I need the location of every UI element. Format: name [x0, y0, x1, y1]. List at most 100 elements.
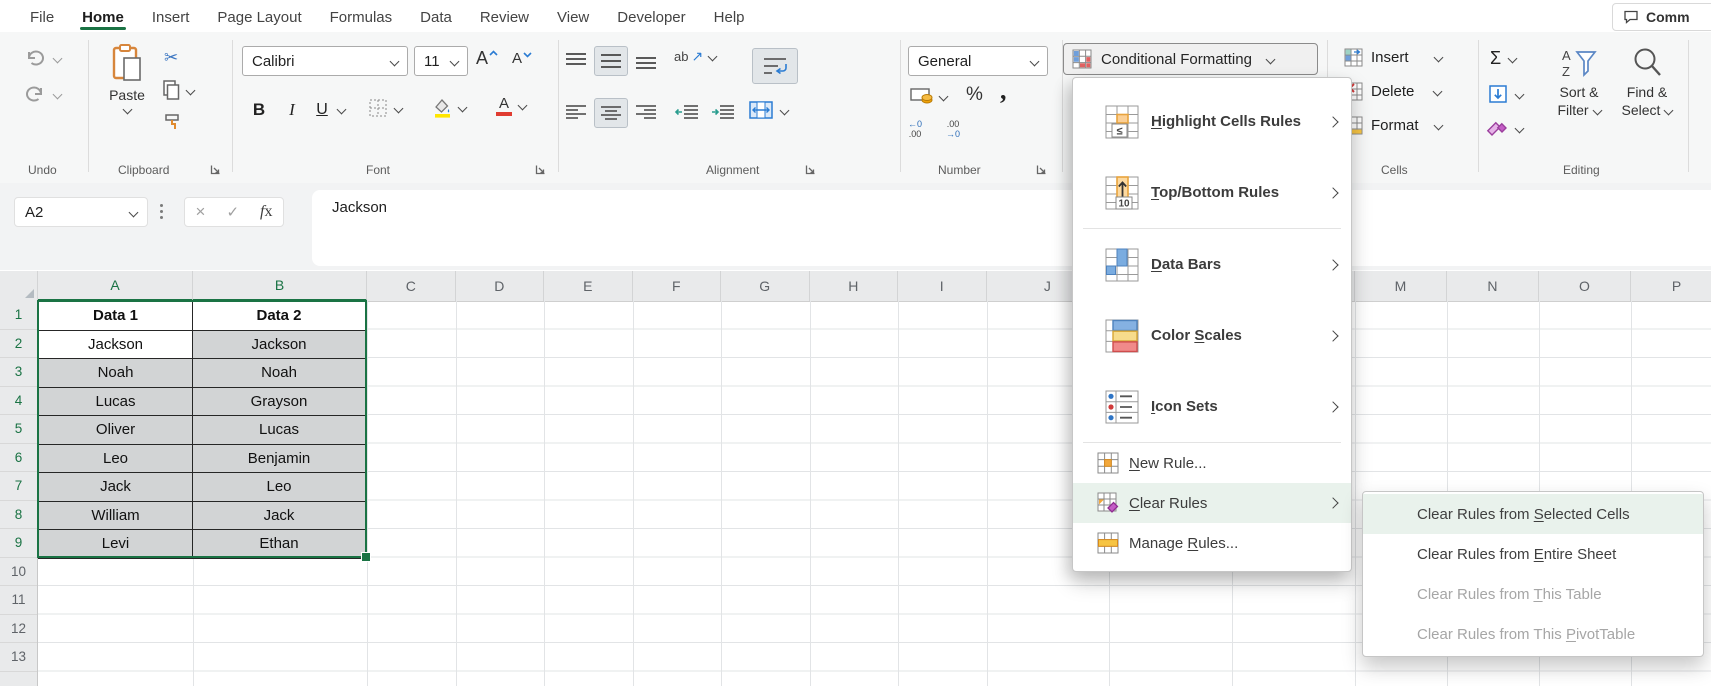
decrease-decimal-button[interactable]: .00 →0	[946, 119, 960, 139]
center-button[interactable]	[594, 98, 628, 128]
column-header-A[interactable]: A	[38, 271, 193, 301]
cell-A6[interactable]: Leo	[38, 443, 193, 473]
cell-B2[interactable]: Jackson	[192, 329, 366, 359]
font-color-button[interactable]: A	[496, 96, 528, 116]
column-header-N[interactable]: N	[1447, 271, 1539, 301]
tab-help[interactable]: Help	[700, 3, 759, 30]
number-format-select[interactable]: General	[908, 46, 1048, 76]
fill-color-button[interactable]	[432, 96, 468, 118]
cell-A5[interactable]: Oliver	[38, 415, 193, 445]
tab-page-layout[interactable]: Page Layout	[203, 3, 315, 30]
row-header-6[interactable]: 6	[0, 444, 37, 472]
cell-B7[interactable]: Leo	[192, 472, 366, 502]
merge-center-button[interactable]	[748, 100, 790, 120]
redo-button[interactable]	[24, 84, 63, 104]
cell-A8[interactable]: William	[38, 500, 193, 530]
row-header-11[interactable]: 11	[0, 586, 37, 615]
row-header-12[interactable]: 12	[0, 615, 37, 643]
align-left-button[interactable]	[564, 104, 588, 120]
column-header-C[interactable]: C	[367, 271, 456, 301]
column-header-E[interactable]: E	[544, 271, 633, 301]
tab-insert[interactable]: Insert	[138, 3, 204, 30]
top-align-button[interactable]	[564, 52, 588, 68]
undo-button[interactable]	[24, 48, 63, 68]
tab-view[interactable]: View	[543, 3, 603, 30]
formula-input[interactable]: Jackson	[312, 190, 1711, 266]
underline-button[interactable]: U	[310, 96, 334, 124]
font-dialog-launcher[interactable]	[535, 164, 546, 175]
conditional-formatting-button[interactable]: Conditional Formatting	[1063, 43, 1318, 75]
row-header-5[interactable]: 5	[0, 415, 37, 444]
borders-button[interactable]	[368, 98, 404, 118]
bottom-align-button[interactable]	[634, 54, 658, 70]
menu-item-icon-sets[interactable]: Icon Sets	[1073, 371, 1351, 442]
cell-B5[interactable]: Lucas	[192, 415, 366, 445]
cancel-icon[interactable]: ×	[196, 202, 206, 222]
cell-A9[interactable]: Levi	[38, 529, 193, 559]
percent-style-button[interactable]: %	[966, 84, 983, 106]
middle-align-button[interactable]	[594, 46, 628, 76]
cell-B6[interactable]: Benjamin	[192, 443, 366, 473]
column-header-P[interactable]: P	[1631, 271, 1711, 301]
increase-decimal-button[interactable]: ←0 .00	[908, 119, 922, 139]
copy-button[interactable]	[162, 80, 196, 100]
accounting-format-button[interactable]	[910, 86, 949, 106]
clipboard-dialog-launcher[interactable]	[210, 164, 221, 175]
column-header-D[interactable]: D	[456, 271, 544, 301]
formula-bar-grip[interactable]	[160, 204, 163, 219]
cell-B9[interactable]: Ethan	[192, 529, 366, 559]
fx-icon[interactable]: fx	[260, 203, 272, 221]
comma-style-button[interactable]: ,	[1000, 76, 1007, 106]
font-size-select[interactable]: 11	[414, 46, 468, 76]
column-header-G[interactable]: G	[721, 271, 810, 301]
format-cells-button[interactable]: Format	[1344, 116, 1443, 135]
submenu-item-clear-selected-cells[interactable]: Clear Rules from Selected Cells	[1363, 494, 1703, 534]
tab-home[interactable]: Home	[68, 3, 138, 30]
cell-A1[interactable]: Data 1	[38, 301, 193, 331]
underline-dropdown[interactable]	[336, 104, 347, 115]
cell-A3[interactable]: Noah	[38, 358, 193, 388]
find-select-button[interactable]: Find & Select	[1616, 46, 1678, 118]
sort-filter-button[interactable]: AZ Sort & Filter	[1548, 46, 1610, 118]
paste-button[interactable]: Paste	[98, 44, 156, 115]
shrink-font-button[interactable]: A	[512, 50, 532, 67]
font-family-select[interactable]: Calibri	[242, 46, 408, 76]
cut-button[interactable]: ✂	[164, 48, 178, 68]
fill-handle[interactable]	[361, 552, 371, 562]
name-box[interactable]: A2	[14, 197, 148, 227]
menu-item-new-rule[interactable]: New Rule...	[1073, 443, 1351, 483]
fill-button[interactable]	[1488, 84, 1525, 104]
submenu-item-clear-entire-sheet[interactable]: Clear Rules from Entire Sheet	[1363, 534, 1703, 574]
cell-A7[interactable]: Jack	[38, 472, 193, 502]
orientation-button[interactable]: ab ↗	[674, 48, 718, 65]
column-header-H[interactable]: H	[810, 271, 898, 301]
row-header-1[interactable]: 1	[0, 301, 37, 330]
alignment-dialog-launcher[interactable]	[805, 164, 816, 175]
delete-cells-button[interactable]: Delete	[1344, 82, 1443, 101]
cell-B8[interactable]: Jack	[192, 500, 366, 530]
comments-button[interactable]: Comm	[1612, 3, 1711, 31]
tab-review[interactable]: Review	[466, 3, 543, 30]
clear-button[interactable]	[1486, 118, 1525, 138]
row-header-10[interactable]: 10	[0, 558, 37, 586]
column-header-I[interactable]: I	[898, 271, 987, 301]
column-header-B[interactable]: B	[193, 271, 367, 301]
row-header-3[interactable]: 3	[0, 358, 37, 387]
increase-indent-button[interactable]	[710, 104, 736, 120]
menu-item-clear-rules[interactable]: Clear Rules	[1073, 483, 1351, 523]
cell-A2-active[interactable]: Jackson	[38, 329, 193, 359]
number-dialog-launcher[interactable]	[1036, 164, 1047, 175]
column-header-F[interactable]: F	[633, 271, 721, 301]
align-right-button[interactable]	[634, 104, 658, 120]
menu-item-highlight-cells-rules[interactable]: ≤ Highlight Cells Rules	[1073, 86, 1351, 157]
row-header-13[interactable]: 13	[0, 643, 37, 672]
row-header-14[interactable]	[0, 672, 37, 686]
cell-A4[interactable]: Lucas	[38, 386, 193, 416]
format-painter-button[interactable]	[163, 112, 183, 132]
tab-file[interactable]: File	[16, 3, 68, 30]
cell-B3[interactable]: Noah	[192, 358, 366, 388]
row-header-2[interactable]: 2	[0, 330, 37, 358]
enter-icon[interactable]: ✓	[226, 203, 239, 221]
wrap-text-button[interactable]	[752, 48, 798, 84]
row-header-9[interactable]: 9	[0, 529, 37, 558]
